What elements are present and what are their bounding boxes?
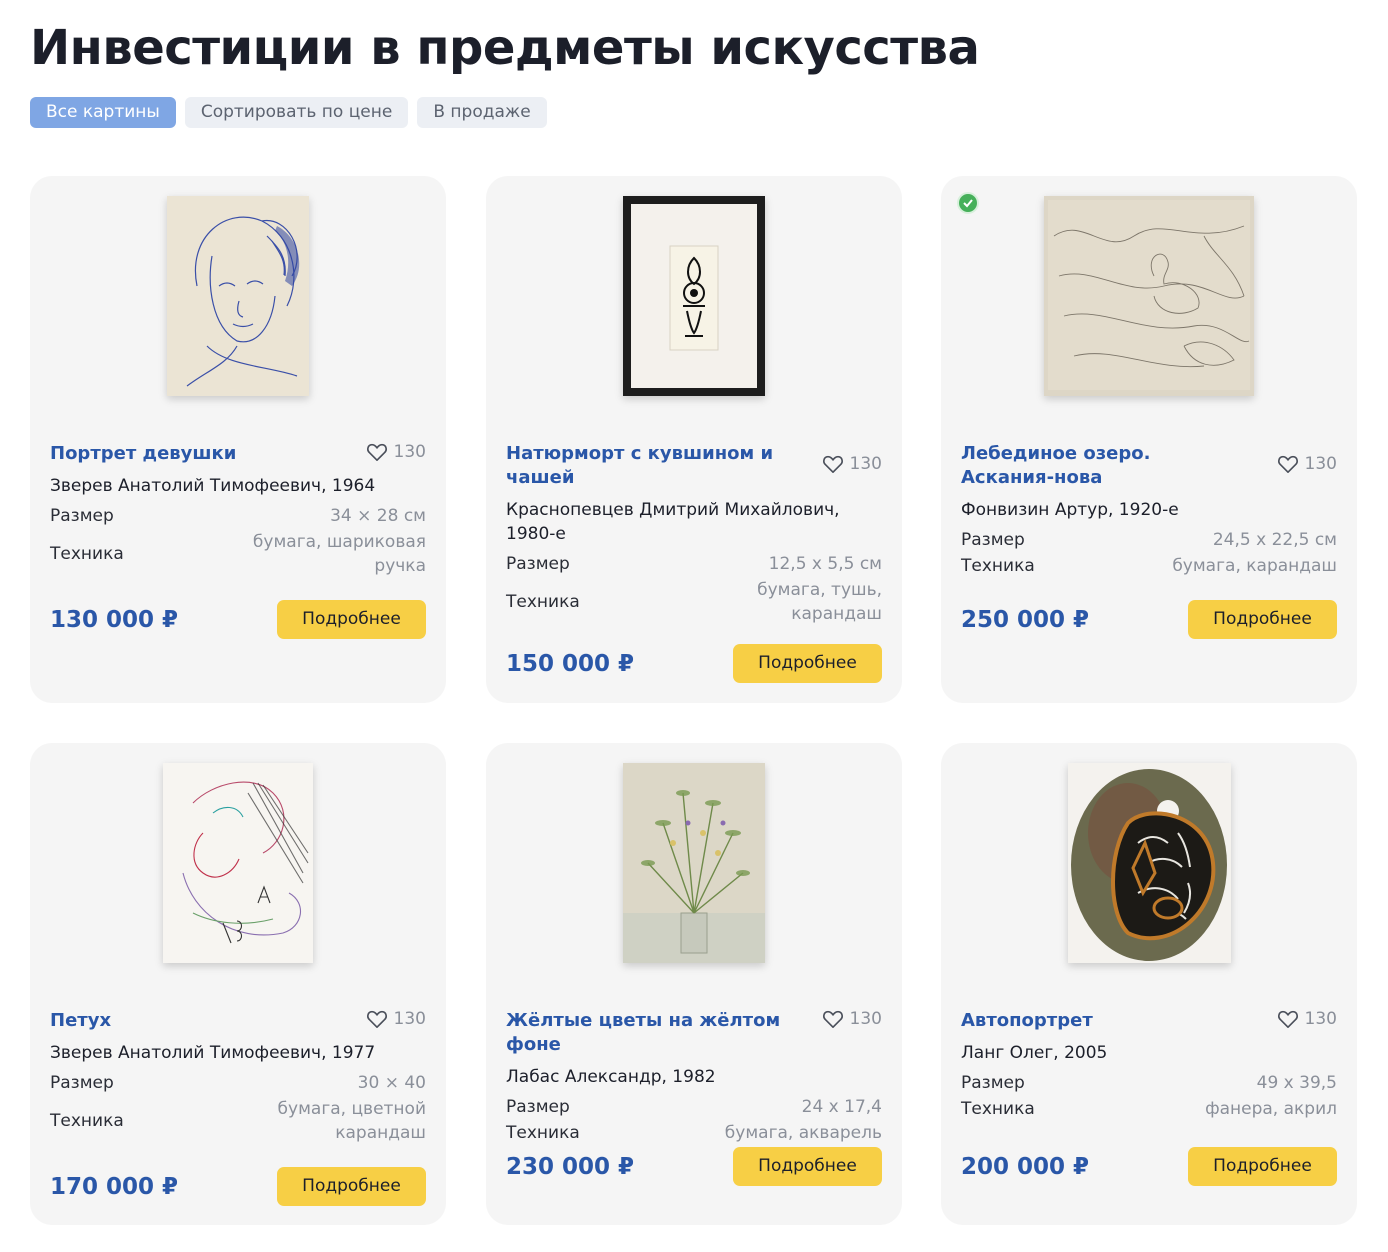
heart-icon[interactable] [366,1009,388,1029]
details-button[interactable]: Подробнее [1188,1147,1337,1186]
artwork-price: 250 000 ₽ [961,606,1090,633]
details-button[interactable]: Подробнее [733,1147,882,1186]
filter-on-sale[interactable]: В продаже [417,97,547,128]
artwork-price: 150 000 ₽ [506,650,635,677]
technique-label: Техника [961,1099,1035,1119]
filter-bar: Все картины Сортировать по цене В продаж… [30,97,547,128]
artwork-author: Зверев Анатолий Тимофеевич, 1977 [50,1043,376,1063]
likes-count: 130 [1304,454,1337,474]
technique-value: бумага, акварель [724,1123,882,1143]
heart-icon[interactable] [822,1009,844,1029]
size-label: Размер [506,554,570,574]
artwork-image[interactable] [167,196,309,396]
artwork-price: 230 000 ₽ [506,1153,635,1180]
likes-count: 130 [1304,1009,1337,1029]
artwork-image[interactable] [1044,196,1254,396]
filter-sort-by-price[interactable]: Сортировать по цене [184,97,409,128]
page-title: Инвестиции в предметы искусства [30,20,980,76]
technique-value: бумага, цветной карандаш [277,1099,426,1143]
artwork-image[interactable] [623,763,765,963]
likes-count: 130 [849,1009,882,1029]
artwork-price: 130 000 ₽ [50,606,179,633]
likes-count: 130 [393,442,426,462]
artwork-title[interactable]: Натюрморт с кувшином и чашей [506,442,786,490]
artwork-title[interactable]: Портрет девушки [50,442,236,466]
technique-value: бумага, карандаш [1172,556,1337,576]
heart-icon[interactable] [1277,454,1299,474]
size-value: 12,5 x 5,5 см [768,554,882,574]
artwork-title[interactable]: Лебединое озеро. Аскания-нова [961,442,1241,490]
likes-count: 130 [393,1009,426,1029]
artwork-card: Натюрморт с кувшином и чашей 130 Красноп… [486,176,902,703]
artwork-card: Петух 130 Зверев Анатолий Тимофеевич, 19… [30,743,446,1225]
artwork-author: Ланг Олег, 2005 [961,1043,1108,1063]
heart-icon[interactable] [822,454,844,474]
details-button[interactable]: Подробнее [733,644,882,683]
artwork-price: 170 000 ₽ [50,1173,179,1200]
artwork-price: 200 000 ₽ [961,1153,1090,1180]
size-value: 30 × 40 [357,1073,426,1093]
likes[interactable]: 130 [366,442,426,462]
artwork-author: Краснопевцев Дмитрий Михайлович, 1980-е [506,500,840,544]
size-label: Размер [961,530,1025,550]
artwork-card: Лебединое озеро. Аскания-нова 130 Фонвиз… [941,176,1357,703]
artwork-author: Фонвизин Артур, 1920-е [961,500,1179,520]
artwork-card: Автопортрет 130 Ланг Олег, 2005 Размер 49… [941,743,1357,1225]
size-value: 24,5 x 22,5 см [1212,530,1337,550]
likes[interactable]: 130 [1277,1009,1337,1029]
artwork-image[interactable] [163,763,313,963]
details-button[interactable]: Подробнее [277,600,426,639]
details-button[interactable]: Подробнее [1188,600,1337,639]
heart-icon[interactable] [1277,1009,1299,1029]
size-label: Размер [961,1073,1025,1093]
artwork-title[interactable]: Автопортрет [961,1009,1093,1033]
details-button[interactable]: Подробнее [277,1167,426,1206]
technique-label: Техника [506,592,580,612]
artwork-title[interactable]: Жёлтые цветы на жёлтом фоне [506,1009,822,1057]
technique-label: Техника [506,1123,580,1143]
technique-value: фанера, акрил [1205,1099,1337,1119]
likes[interactable]: 130 [822,1009,882,1029]
technique-label: Техника [961,556,1035,576]
likes-count: 130 [849,454,882,474]
size-label: Размер [506,1097,570,1117]
size-value: 34 × 28 см [330,506,426,526]
likes[interactable]: 130 [366,1009,426,1029]
heart-icon[interactable] [366,442,388,462]
technique-label: Техника [50,1111,124,1131]
technique-value: бумага, тушь, карандаш [757,580,882,624]
filter-all-paintings[interactable]: Все картины [30,97,176,128]
size-label: Размер [50,506,114,526]
artwork-card: Портрет девушки 130 Зверев Анатолий Тимо… [30,176,446,703]
artwork-author: Зверев Анатолий Тимофеевич, 1964 [50,476,376,496]
size-value: 49 x 39,5 [1256,1073,1337,1093]
technique-value: бумага, шариковая ручка [252,532,426,576]
size-value: 24 x 17,4 [801,1097,882,1117]
artwork-image[interactable] [623,196,765,396]
artwork-image[interactable] [1067,763,1231,963]
likes[interactable]: 130 [822,454,882,474]
artwork-author: Лабас Александр, 1982 [506,1067,716,1087]
size-label: Размер [50,1073,114,1093]
artwork-card: Жёлтые цветы на жёлтом фоне 130 Лабас Ал… [486,743,902,1225]
likes[interactable]: 130 [1277,454,1337,474]
artwork-title[interactable]: Петух [50,1009,111,1033]
technique-label: Техника [50,544,124,564]
